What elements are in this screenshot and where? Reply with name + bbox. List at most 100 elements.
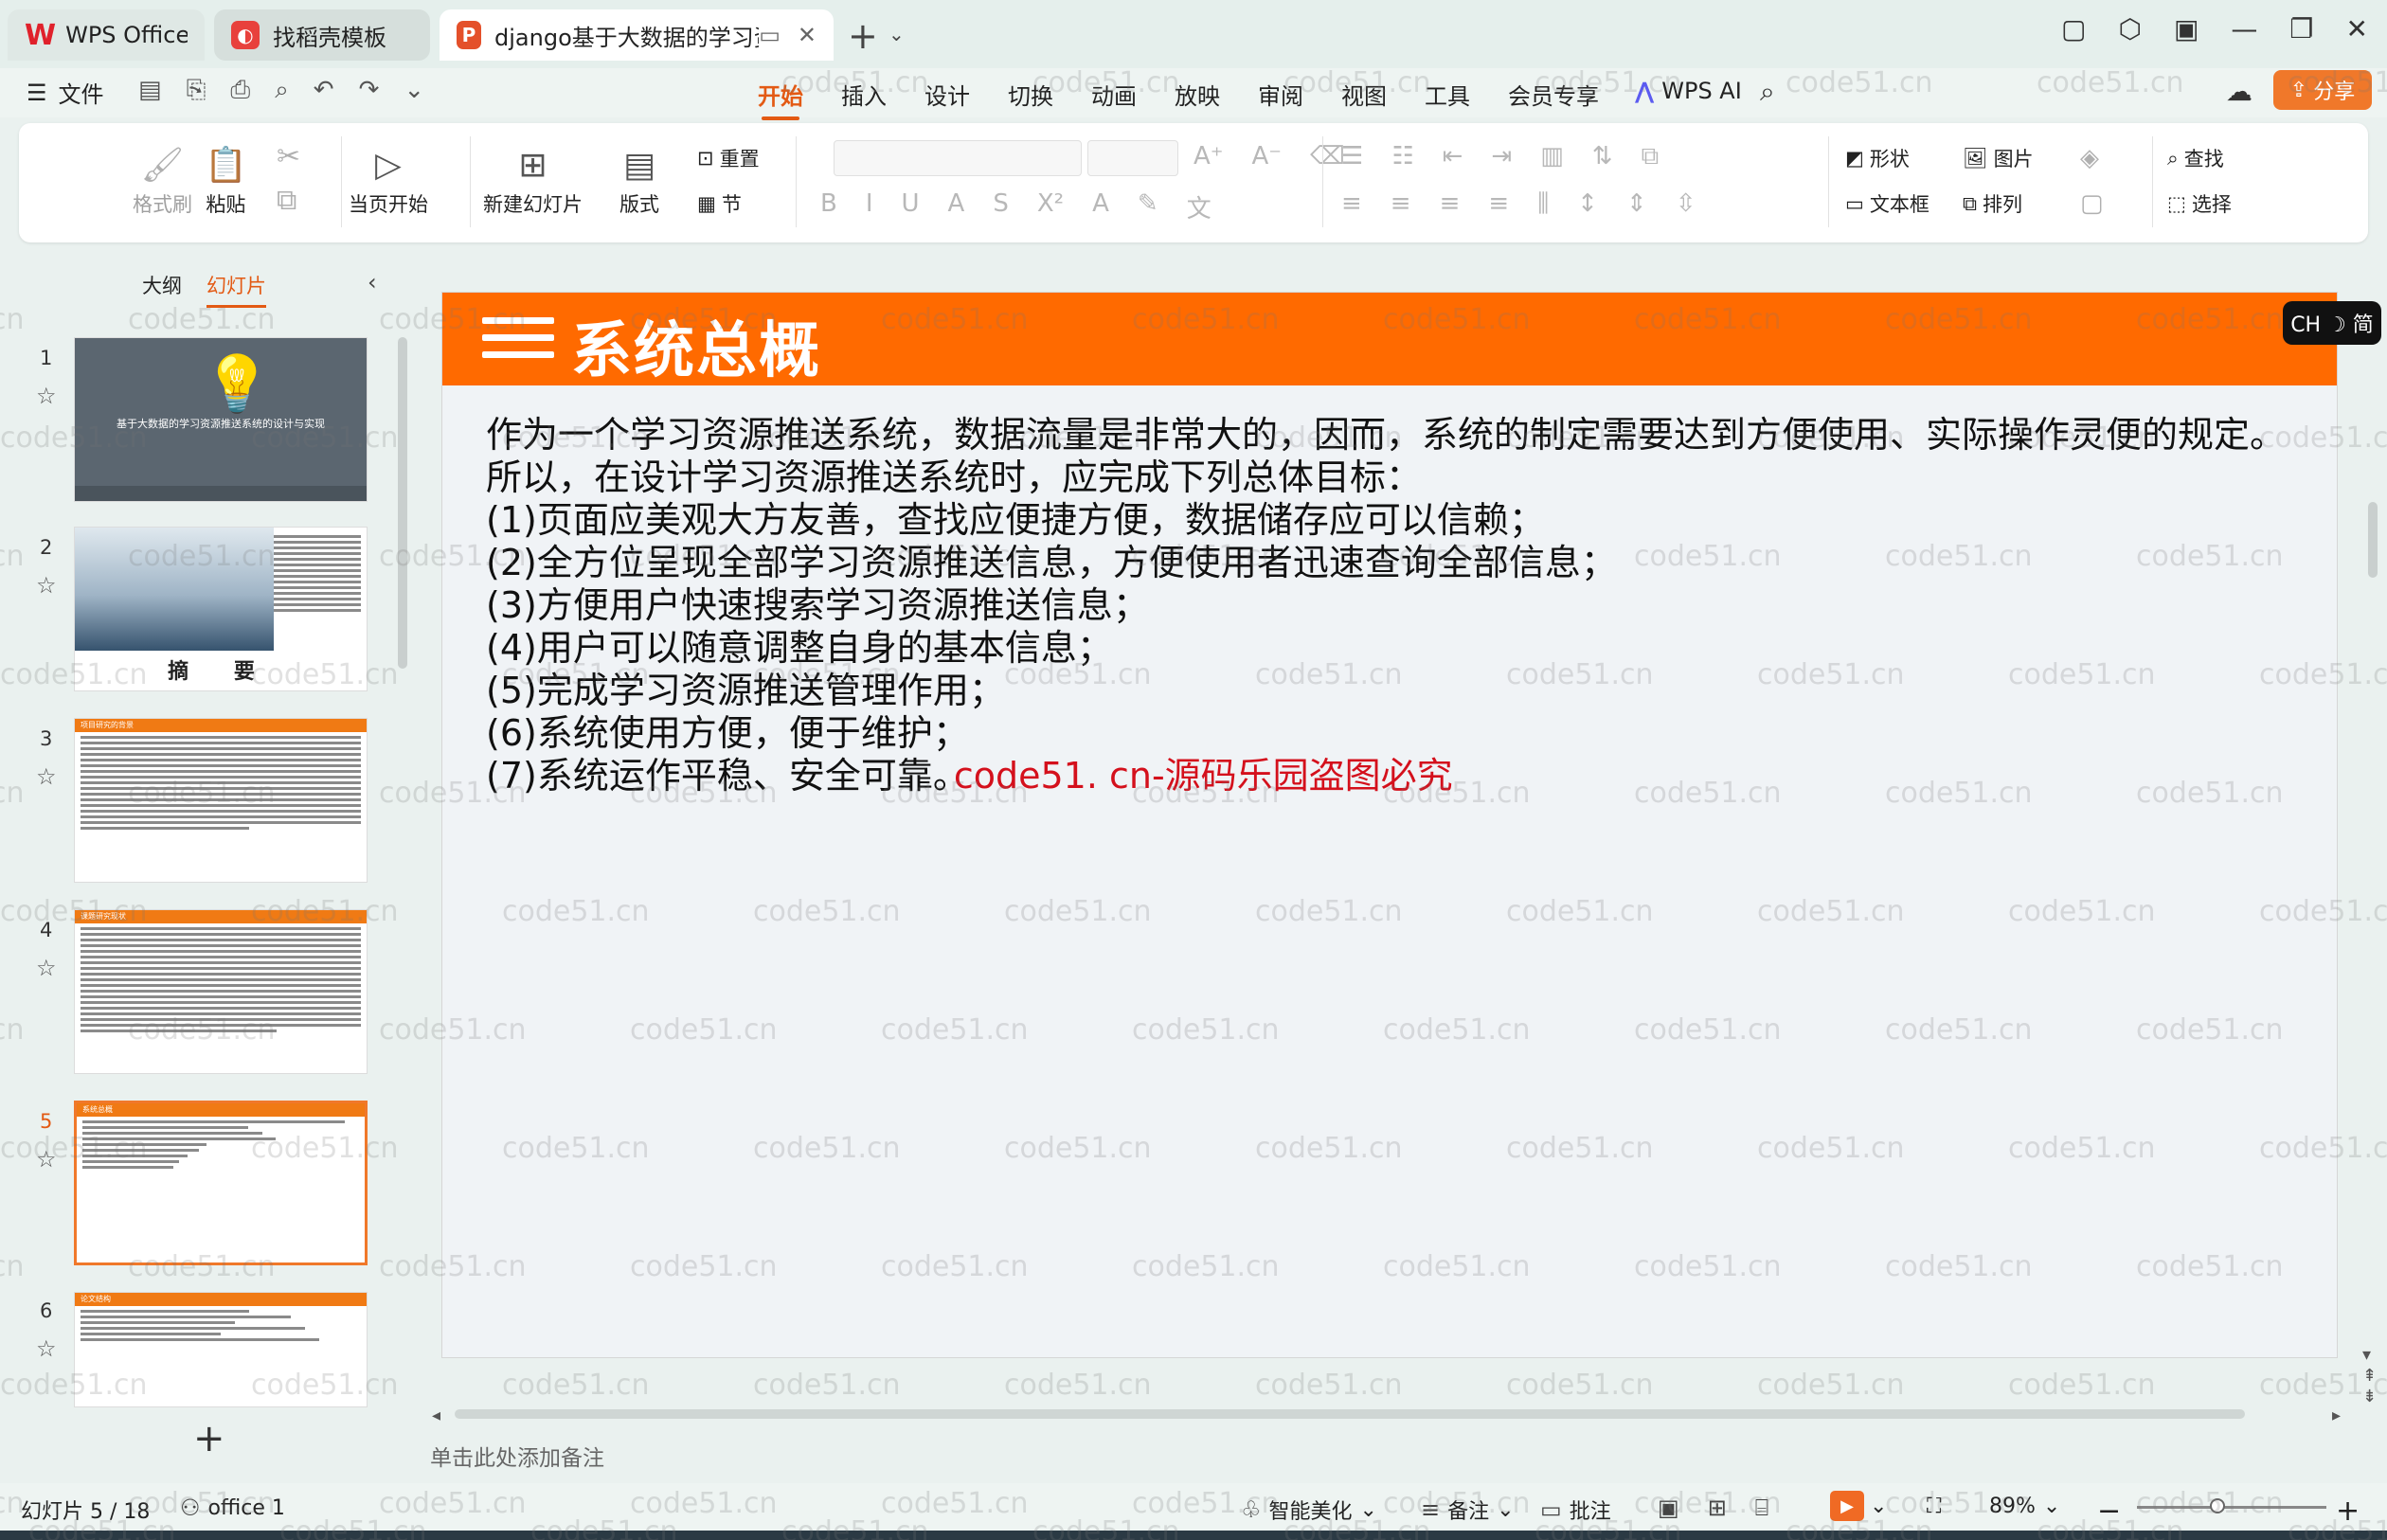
tab-outline[interactable]: 大纲 <box>142 271 182 308</box>
add-slide-icon[interactable]: + <box>193 1417 225 1460</box>
strikethrough-icon[interactable]: S <box>993 189 1009 224</box>
columns-icon[interactable]: ▥ <box>1540 142 1564 171</box>
underline-icon[interactable]: U <box>902 189 920 224</box>
star-icon[interactable]: ☆ <box>36 955 57 981</box>
ribbon-tab[interactable]: 放映 <box>1156 78 1239 111</box>
ribbon-tab[interactable]: 会员专享 <box>1489 78 1618 111</box>
distribute-icon[interactable]: ⫼ <box>1537 189 1549 219</box>
textbox-button[interactable]: ▭ 文本框 <box>1845 189 1929 218</box>
print-preview-icon[interactable]: ⌕ <box>275 76 289 105</box>
zoom-level[interactable]: 89% ⌄ <box>1989 1495 2060 1518</box>
avatar[interactable]: ▣ <box>2174 13 2199 45</box>
ribbon-tab[interactable]: 动画 <box>1072 78 1156 111</box>
slide-thumbnail-2[interactable]: 摘 要 <box>74 527 368 691</box>
zoom-out-icon[interactable]: − <box>2097 1495 2121 1528</box>
ribbon-tab[interactable]: 视图 <box>1322 78 1406 111</box>
zoom-slider-track[interactable] <box>2137 1506 2326 1509</box>
maximize-icon[interactable]: ❐ <box>2289 13 2313 45</box>
play-options-arrow[interactable]: ⌄ <box>1870 1495 1887 1518</box>
ime-indicator[interactable]: CH ☽ 简 <box>2283 301 2381 345</box>
theme-indicator[interactable]: ⚇ office 1 <box>180 1495 285 1521</box>
minimize-icon[interactable]: — <box>2231 13 2257 45</box>
panel-scrollbar[interactable] <box>398 337 407 669</box>
grid-view-icon[interactable]: ⊞ <box>1708 1495 1727 1521</box>
ribbon-tab[interactable]: 切换 <box>989 78 1072 111</box>
close-tab-icon[interactable]: ✕ <box>798 22 817 48</box>
bullets-icon[interactable]: ☰ <box>1341 142 1363 171</box>
format-painter-button[interactable]: 🖌 格式刷 <box>133 142 192 218</box>
wps-ai-button[interactable]: ⋀ WPS AI <box>1635 78 1742 104</box>
slide-thumbnail-5[interactable]: 系统总概 <box>74 1101 368 1265</box>
indent-icon[interactable]: ⇥ <box>1491 142 1512 171</box>
search-icon[interactable]: ⌕ <box>1760 76 1775 108</box>
section-button[interactable]: ▦ 节 <box>697 189 742 218</box>
star-icon[interactable]: ☆ <box>36 1335 57 1362</box>
outline-icon[interactable]: ▢ <box>2080 189 2104 218</box>
paste-button[interactable]: 📋 粘贴 <box>205 142 247 218</box>
ribbon-tab[interactable]: 开始 <box>739 78 822 120</box>
picture-button[interactable]: 🖼 图片 <box>1963 144 2034 172</box>
chevron-down-icon[interactable]: ⌄ <box>888 23 905 45</box>
ribbon-tab[interactable]: 设计 <box>906 78 989 111</box>
reading-view-icon[interactable]: ⌸ <box>1755 1495 1768 1521</box>
phonetic-icon[interactable]: 文 <box>1187 189 1211 224</box>
star-icon[interactable]: ☆ <box>36 763 57 790</box>
redo-icon[interactable]: ↷ <box>359 76 380 105</box>
clear-format-icon[interactable]: ⌫ <box>1310 142 1345 170</box>
layout-button[interactable]: ▤ 版式 <box>619 142 659 218</box>
slide-thumbnail-4[interactable]: 课题研究现状 <box>74 909 368 1074</box>
numbering-icon[interactable]: ☷ <box>1391 142 1413 171</box>
share-button[interactable]: ⇪ 分享 <box>2273 70 2372 110</box>
collapse-panel-icon[interactable]: ‹ <box>368 269 377 295</box>
slide-thumbnail-6[interactable]: 论文结构 <box>74 1292 368 1407</box>
slide-thumbnail-3[interactable]: 项目研究的背景 <box>74 718 368 883</box>
monitor-icon[interactable]: ▭ <box>759 22 781 48</box>
cut-icon[interactable]: ✂ <box>277 140 300 173</box>
shape-button[interactable]: ◩ 形状 <box>1845 144 1910 172</box>
tab-wps-office[interactable]: W WPS Office <box>8 9 205 61</box>
italic-icon[interactable]: I <box>866 189 873 224</box>
scroll-left-icon[interactable]: ◂ <box>432 1406 440 1425</box>
new-slide-button[interactable]: ⊞ 新建幻灯片 <box>483 142 583 218</box>
paragraph-spacing-icon[interactable]: ⇕ <box>1626 189 1647 219</box>
slide-body-text[interactable]: 作为一个学习资源推送系统，数据流量是非常大的，因而，系统的制定需要达到方便使用、… <box>486 414 2314 797</box>
window-layout-icon[interactable]: ▢ <box>2061 13 2086 45</box>
arrange-button[interactable]: ⧉ 排列 <box>1963 189 2022 218</box>
scroll-arrows-icon[interactable]: ▾ ⇞ ⇟ <box>2362 1345 2377 1407</box>
bold-icon[interactable]: B <box>820 189 837 224</box>
star-icon[interactable]: ☆ <box>36 383 57 409</box>
normal-view-icon[interactable]: ▣ <box>1658 1495 1679 1521</box>
slide-canvas[interactable]: 系统总概 作为一个学习资源推送系统，数据流量是非常大的，因而，系统的制定需要达到… <box>441 292 2338 1358</box>
ribbon-tab[interactable]: 工具 <box>1406 78 1489 111</box>
save-icon[interactable]: ▤ <box>138 76 162 105</box>
text-shadow-icon[interactable]: A <box>948 189 965 224</box>
superscript-icon[interactable]: X² <box>1037 189 1064 224</box>
zoom-in-icon[interactable]: + <box>2336 1495 2360 1528</box>
find-button[interactable]: ⌕ 查找 <box>2167 144 2224 172</box>
slide-title[interactable]: 系统总概 <box>571 302 821 389</box>
play-slideshow-button[interactable]: ▶ <box>1830 1491 1864 1521</box>
chevron-down-icon[interactable]: ⌄ <box>404 76 424 105</box>
tab-current-document[interactable]: P django基于大数据的学习资源 ▭ ✕ <box>440 9 834 61</box>
justify-icon[interactable]: ≡ <box>1488 189 1509 219</box>
zoom-slider-handle[interactable] <box>2210 1498 2225 1513</box>
close-window-icon[interactable]: ✕ <box>2346 13 2368 45</box>
font-family-select[interactable] <box>834 140 1082 176</box>
new-tab-icon[interactable]: + <box>848 15 878 57</box>
file-menu[interactable]: ☰ 文件 <box>27 76 104 109</box>
tab-slides[interactable]: 幻灯片 <box>206 271 266 308</box>
notes-button[interactable]: ≡ 备注 ⌄ <box>1421 1495 1515 1525</box>
fit-window-icon[interactable]: ⛶ <box>1927 1495 1941 1518</box>
star-icon[interactable]: ☆ <box>36 1146 57 1173</box>
line-spacing-icon[interactable]: ↕ <box>1577 189 1598 219</box>
star-icon[interactable]: ☆ <box>36 572 57 599</box>
comments-button[interactable]: ▭ 批注 <box>1540 1495 1611 1525</box>
reset-button[interactable]: ⊡ 重置 <box>697 144 760 172</box>
convert-icon[interactable]: ⧉ <box>1642 142 1660 171</box>
export-icon[interactable]: ⎘ <box>187 76 206 105</box>
font-color-icon[interactable]: A <box>1092 189 1109 224</box>
font-size-select[interactable] <box>1087 140 1178 176</box>
copy-icon[interactable]: ⧉ <box>277 184 296 217</box>
print-icon[interactable]: ⎙ <box>230 76 250 105</box>
align-left-icon[interactable]: ≡ <box>1341 189 1362 219</box>
